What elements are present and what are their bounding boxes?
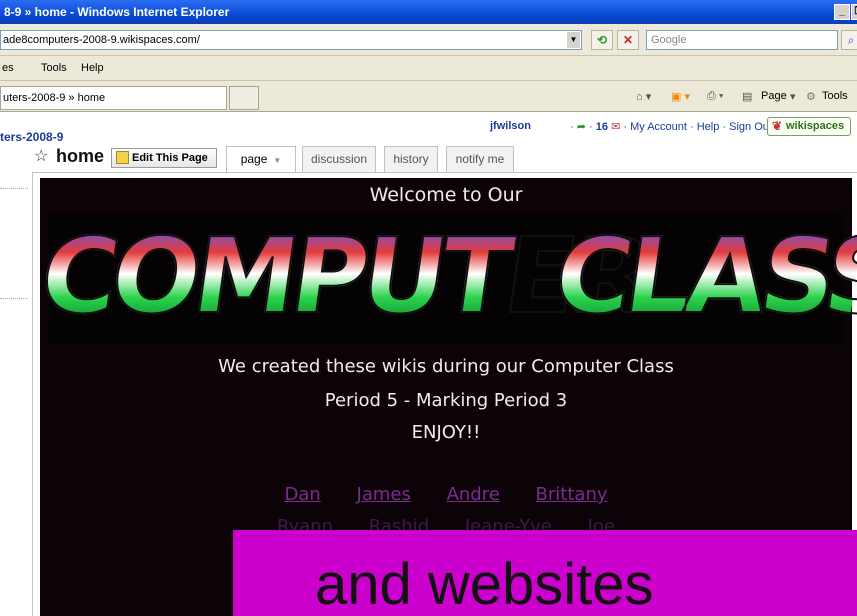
chevron-down-icon: ▼	[273, 156, 282, 165]
site-name-link[interactable]: ters-2008-9	[0, 130, 63, 144]
page-menu-chevron-icon[interactable]: ▾	[790, 90, 796, 103]
page-icon[interactable]: ▤	[742, 90, 752, 103]
student-links-row: Dan James Andre Brittany	[40, 484, 852, 505]
banner-graffiti-text: COMPUTER	[32, 214, 654, 338]
user-links: · ➦ · 16 ✉ · My Account · Help · Sign Ou…	[570, 120, 779, 133]
period-line: Period 5 - Marking Period 3	[324, 390, 568, 411]
username-link[interactable]: jfwilson	[490, 120, 531, 132]
search-input[interactable]: Google	[646, 30, 838, 50]
tab-bar: uters-2008-9 » home ⌂ ▾ ▣ ▾ ⎙ ▾ ▤ Page ▾…	[0, 82, 857, 112]
student-link[interactable]: Andre	[447, 484, 500, 505]
my-account-link[interactable]: My Account	[630, 121, 687, 133]
description-line: We created these wikis during our Comput…	[218, 356, 674, 377]
share-arrow-icon[interactable]: ➦	[577, 121, 586, 133]
tab-notify-me[interactable]: notify me	[446, 146, 514, 172]
window-title: 8-9 » home - Windows Internet Explorer	[4, 5, 230, 19]
minimize-button[interactable]: _	[834, 4, 850, 20]
favorite-star-icon[interactable]: ☆	[34, 146, 48, 166]
tab-history[interactable]: history	[384, 146, 438, 172]
edit-page-button[interactable]: Edit This Page	[111, 148, 217, 168]
menu-bar: es Tools Help	[0, 57, 857, 81]
tab-discussion[interactable]: discussion	[302, 146, 376, 172]
separator: ·	[623, 121, 628, 133]
tab-page-label: page	[240, 152, 268, 166]
tab-page[interactable]: page ▼	[226, 146, 296, 173]
home-icon[interactable]: ⌂ ▾	[636, 90, 651, 103]
wikispaces-plant-icon: ❦	[772, 119, 783, 133]
separator: ·	[589, 121, 593, 133]
mail-icon[interactable]: ✉	[611, 121, 620, 133]
sidebar-divider	[0, 298, 28, 299]
separator: ·	[690, 121, 694, 133]
menu-help[interactable]: Help	[81, 62, 104, 74]
menu-tools[interactable]: Tools	[41, 62, 67, 74]
message-count[interactable]: 16	[596, 121, 608, 133]
address-dropdown-icon[interactable]: ▼	[566, 31, 581, 49]
student-link[interactable]: James	[357, 484, 411, 505]
search-icon[interactable]: ⌕	[841, 30, 857, 50]
student-link[interactable]: Dan	[284, 484, 320, 505]
address-toolbar: ade8computers-2008-9.wikispaces.com/ ▼ ⟲…	[0, 24, 857, 56]
tools-gear-icon[interactable]: ⚙	[806, 90, 816, 103]
menu-favorites[interactable]: es	[2, 62, 14, 74]
banner-graffiti-text: CLASS	[546, 214, 857, 338]
separator: ·	[722, 121, 727, 133]
new-tab-button[interactable]	[229, 86, 259, 110]
page-menu[interactable]: Page	[761, 90, 787, 102]
welcome-heading: Welcome to Our	[369, 184, 523, 206]
wikispaces-logo[interactable]: ❦ wikispaces	[767, 117, 851, 136]
help-link[interactable]: Help	[697, 121, 720, 133]
wikispaces-logo-text: wikispaces	[786, 120, 845, 132]
pencil-icon	[116, 151, 129, 164]
sidebar-divider	[0, 188, 28, 189]
maximize-button[interactable]: ❐	[851, 4, 857, 20]
separator: ·	[570, 121, 574, 133]
title-bar: 8-9 » home - Windows Internet Explorer _…	[0, 0, 857, 24]
caption-text: and websites	[315, 552, 654, 616]
feeds-icon[interactable]: ▣ ▾	[671, 90, 690, 103]
edit-page-label: Edit This Page	[132, 152, 208, 164]
enjoy-line: ENJOY!!	[411, 422, 481, 443]
tools-menu[interactable]: Tools	[822, 90, 848, 102]
computer-class-banner: COMPUTER CLASS	[32, 214, 857, 344]
sign-out-link[interactable]: Sign Out	[729, 121, 772, 133]
student-link[interactable]: Brittany	[536, 484, 608, 505]
caption-overlay: and websites	[233, 530, 857, 616]
browser-window: 8-9 » home - Windows Internet Explorer _…	[0, 0, 857, 616]
address-input[interactable]: ade8computers-2008-9.wikispaces.com/	[0, 30, 582, 50]
stop-icon[interactable]: ✕	[617, 30, 639, 50]
print-icon[interactable]: ⎙ ▾	[707, 90, 723, 103]
page-title: home	[56, 146, 105, 166]
user-bar: jfwilson · ➦ · 16 ✉ · My Account · Help …	[460, 116, 852, 136]
refresh-icon[interactable]: ⟲	[591, 30, 613, 50]
browser-tab-home[interactable]: uters-2008-9 » home	[0, 86, 227, 110]
